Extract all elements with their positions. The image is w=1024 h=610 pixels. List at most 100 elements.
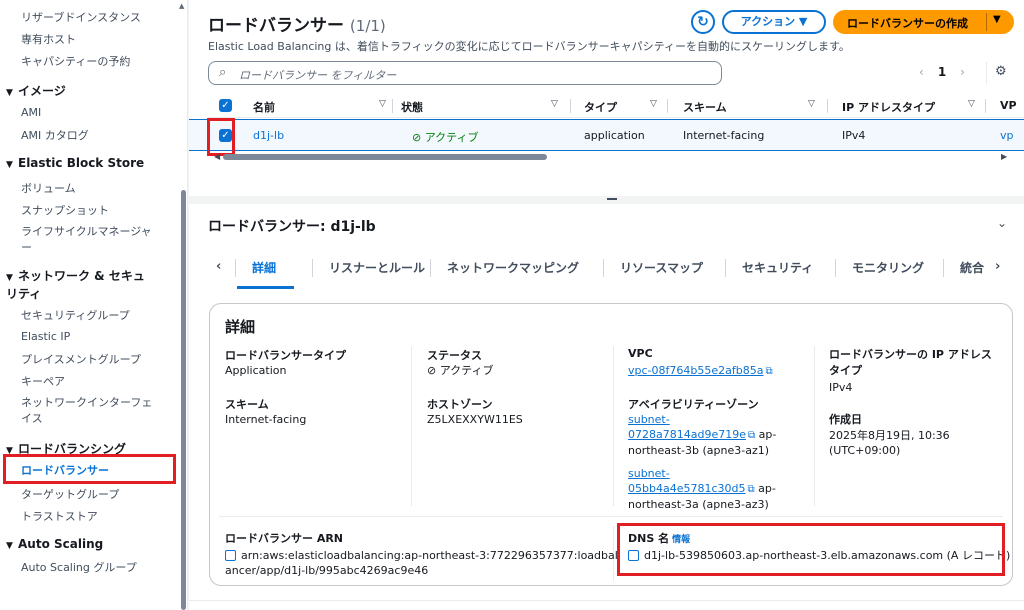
next-page-icon[interactable]: ›	[960, 65, 965, 79]
nav-section-images[interactable]: ▼ イメージ	[6, 82, 66, 99]
sort-icon[interactable]: ▽	[808, 99, 815, 109]
title-text: ロードバランサー	[208, 16, 344, 36]
current-page[interactable]: 1	[938, 65, 946, 79]
column-state[interactable]: 状態	[401, 99, 423, 115]
actions-button[interactable]: アクション ▼	[722, 10, 826, 34]
subnet-1-az: ap-	[758, 428, 777, 441]
refresh-button[interactable]: ↻	[691, 10, 715, 34]
tab-listeners[interactable]: リスナーとルール	[329, 259, 425, 276]
created-timezone: (UTC+09:00)	[829, 444, 901, 457]
scroll-left-icon[interactable]: ◀	[214, 152, 220, 161]
column-divider	[392, 99, 393, 113]
caret-down-icon: ▼	[6, 160, 13, 170]
caret-down-icon[interactable]: ▼	[993, 14, 1001, 25]
scroll-right-icon[interactable]: ▶	[1001, 152, 1007, 161]
nav-placement-groups[interactable]: プレイスメントグループ	[21, 351, 141, 367]
sort-icon[interactable]: ▽	[379, 99, 386, 109]
status-text: アクティブ	[439, 364, 494, 377]
vpc-link[interactable]: vpc-08f764b55e2afb85a	[628, 364, 763, 377]
scroll-up-icon[interactable]: ▲	[179, 2, 184, 10]
nav-section-network-security[interactable]: ▼ ネットワーク & セキュリティ	[6, 268, 156, 302]
horizontal-scrollbar[interactable]	[223, 154, 547, 160]
lb-state: ⊘ アクティブ	[412, 129, 479, 145]
select-all-checkbox[interactable]: ✓	[219, 99, 232, 112]
sort-icon[interactable]: ▽	[551, 99, 558, 109]
chevron-left-icon[interactable]: ‹	[216, 259, 221, 274]
prev-page-icon[interactable]: ‹	[919, 65, 924, 79]
lb-name-link[interactable]: d1j-lb	[253, 129, 284, 142]
filter-input[interactable]: ⌕ ロードバランサー をフィルター	[208, 61, 722, 85]
tab-network-mapping[interactable]: ネットワークマッピング	[447, 259, 579, 276]
chevron-down-icon[interactable]: ⌄	[997, 216, 1007, 230]
nav-ami[interactable]: AMI	[21, 106, 41, 119]
button-divider	[986, 13, 987, 31]
column-divider	[570, 99, 571, 113]
tab-divider	[235, 259, 236, 277]
arn-value: arn:aws:elasticloadbalancing:ap-northeas…	[225, 548, 618, 578]
nav-auto-scaling-groups[interactable]: Auto Scaling グループ	[21, 559, 137, 575]
load-balancer-list-panel: ロードバランサー (1/1) Elastic Load Balancing は、…	[189, 0, 1024, 196]
tab-resource-map[interactable]: リソースマップ	[620, 259, 703, 276]
copy-icon[interactable]	[225, 550, 236, 561]
nav-dedicated-hosts[interactable]: 専有ホスト	[21, 31, 76, 47]
lb-vpc-link[interactable]: vp	[1000, 129, 1014, 142]
sort-icon[interactable]: ▽	[650, 99, 657, 109]
details-title: ロードバランサー: d1j-lb	[208, 219, 376, 235]
column-name[interactable]: 名前	[253, 99, 275, 115]
subnet-2-id[interactable]: 05bb4a4e5781c30d5	[628, 482, 746, 495]
lb-scheme: Internet-facing	[683, 129, 765, 142]
subnet-1-id[interactable]: 0728a7814ad9e719e	[628, 428, 746, 441]
nav-elastic-ip[interactable]: Elastic IP	[21, 330, 70, 343]
drag-handle-icon[interactable]	[607, 198, 617, 200]
external-link-icon[interactable]: ⧉	[765, 364, 772, 379]
nav-key-pairs[interactable]: キーペア	[21, 373, 65, 389]
table-row[interactable]: ✓ d1j-lb ⊘ アクティブ application Internet-fa…	[189, 119, 1024, 151]
tab-integrations[interactable]: 統合	[960, 259, 984, 276]
table-header: ✓ 名前 ▽ 状態 ▽ タイプ ▽ スキーム ▽ IP アドレスタイプ ▽ VP	[208, 94, 1024, 118]
sort-icon[interactable]: ▽	[968, 99, 975, 109]
nav-section-auto-scaling[interactable]: ▼ Auto Scaling	[6, 537, 103, 551]
nav-section-ebs[interactable]: ▼ Elastic Block Store	[6, 156, 144, 170]
tab-details[interactable]: 詳細	[252, 259, 276, 276]
nav-volumes[interactable]: ボリューム	[21, 180, 76, 196]
chevron-right-icon[interactable]: ›	[995, 259, 1000, 274]
nav-lifecycle-manager[interactable]: ライフサイクルマネージャー	[21, 224, 161, 256]
nav-capacity-reservations[interactable]: キャパシティーの予約	[21, 53, 130, 69]
nav-ami-catalog[interactable]: AMI カタログ	[21, 127, 89, 143]
nav-security-groups[interactable]: セキュリティグループ	[21, 307, 130, 323]
ip-type-label-line1: ロードバランサーの IP アドレス	[829, 348, 992, 361]
check-circle-icon: ⊘	[427, 364, 437, 377]
divider	[219, 516, 1003, 517]
lb-type-value: Application	[225, 364, 287, 377]
nav-reserved-instances[interactable]: リザーブドインスタンス	[21, 9, 141, 25]
column-vpc[interactable]: VP	[1000, 99, 1017, 112]
column-ip-type[interactable]: IP アドレスタイプ	[842, 99, 935, 115]
column-scheme[interactable]: スキーム	[683, 99, 727, 115]
status-label: ステータス	[427, 349, 482, 362]
subnet-2-link[interactable]: subnet-	[628, 467, 670, 480]
nav-section-label: Auto Scaling	[18, 537, 104, 551]
nav-trust-stores[interactable]: トラストストア	[21, 508, 98, 524]
external-link-icon[interactable]: ⧉	[748, 482, 755, 497]
scheme-value: Internet-facing	[225, 413, 307, 426]
created-value: 2025年8月19日, 10:36 (UTC+09:00)	[829, 428, 950, 458]
scrollbar-thumb[interactable]	[181, 190, 186, 610]
external-link-icon[interactable]: ⧉	[748, 428, 755, 443]
tab-security[interactable]: セキュリティ	[742, 259, 813, 276]
tab-monitoring[interactable]: モニタリング	[852, 259, 924, 276]
nav-network-interfaces[interactable]: ネットワークインターフェイス	[21, 395, 161, 427]
created-label: 作成日	[829, 413, 862, 426]
subnet-1-link[interactable]: subnet-	[628, 413, 670, 426]
gear-icon[interactable]: ⚙	[995, 64, 1007, 79]
column-type[interactable]: タイプ	[584, 99, 617, 115]
column-divider	[613, 346, 614, 506]
nav-target-groups[interactable]: ターゲットグループ	[21, 486, 119, 502]
sidebar-scrollbar[interactable]: ▲	[178, 0, 188, 610]
nav-snapshots[interactable]: スナップショット	[21, 202, 109, 218]
panel-resize-handle[interactable]	[189, 196, 1024, 204]
lb-ip-type: IPv4	[842, 129, 866, 142]
main-content: ロードバランサー (1/1) Elastic Load Balancing は、…	[189, 0, 1024, 610]
create-load-balancer-button[interactable]: ロードバランサーの作成 ▼	[833, 10, 1014, 34]
nav-section-label: ネットワーク & セキュリティ	[6, 269, 145, 301]
tab-divider	[835, 259, 836, 277]
